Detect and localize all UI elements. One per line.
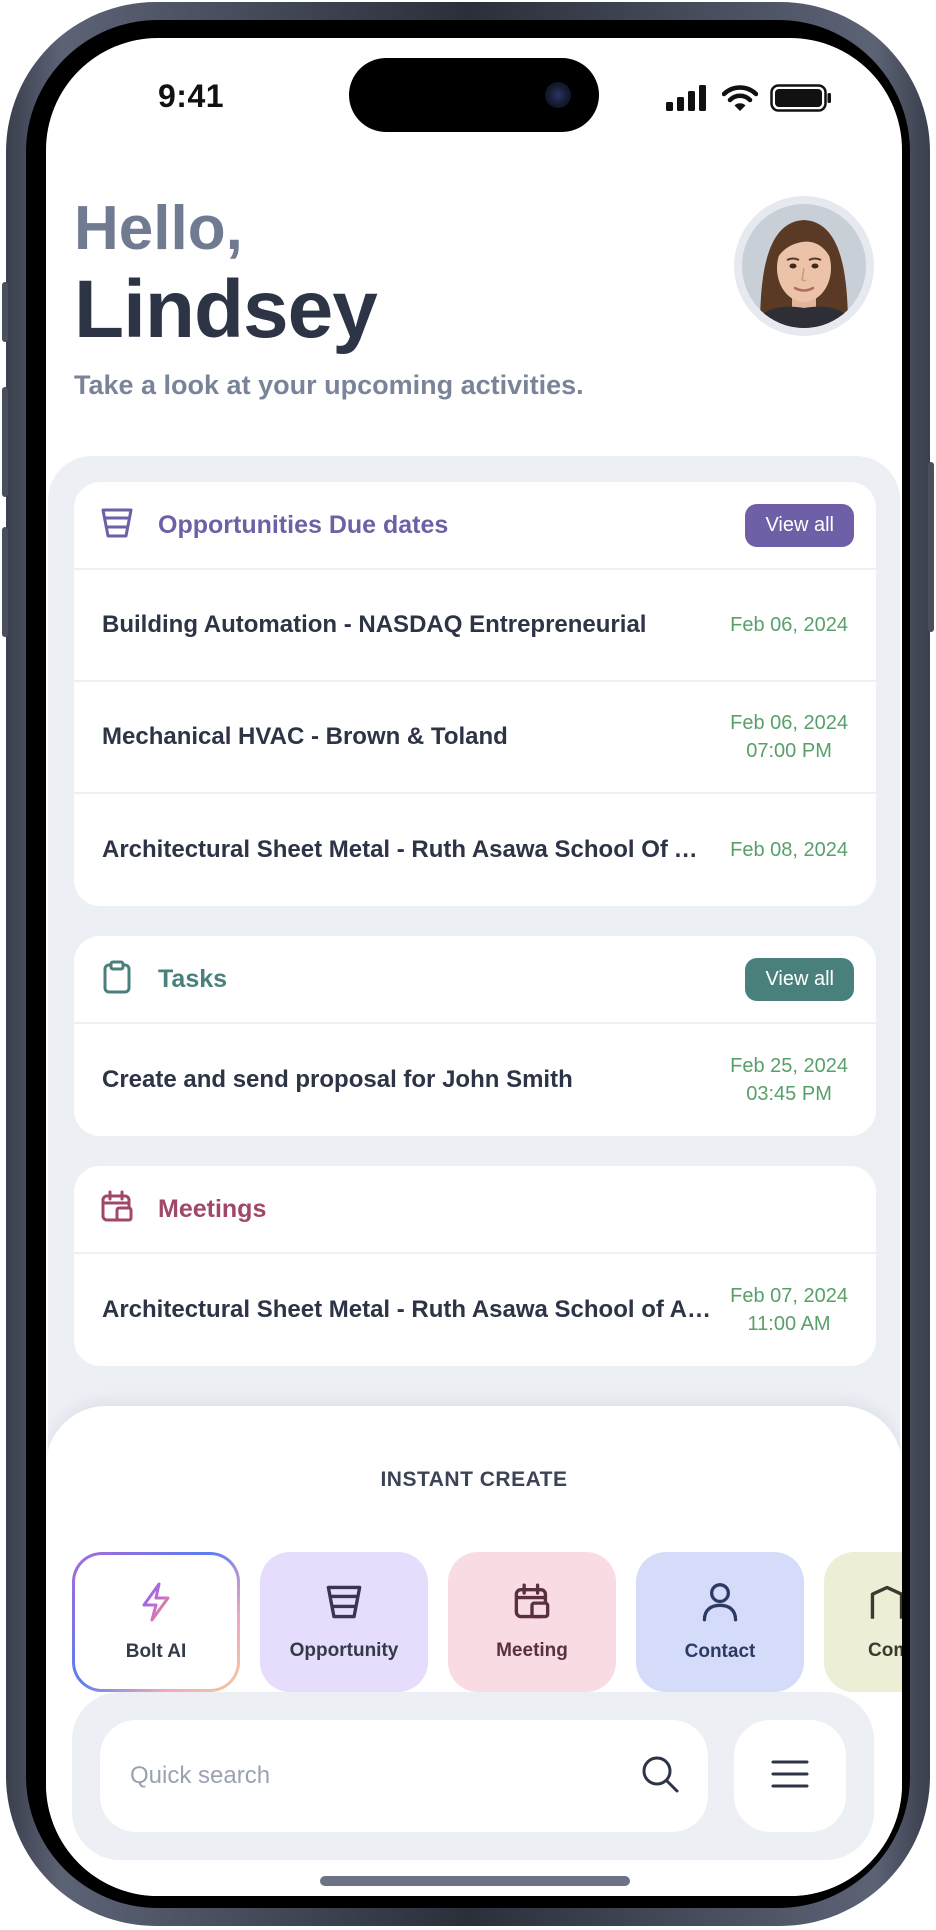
create-meeting-button[interactable]: Meeting bbox=[448, 1552, 616, 1692]
calendar-icon bbox=[513, 1583, 551, 1626]
opportunity-due: Feb 06, 2024 07:00 PM bbox=[730, 709, 848, 765]
status-time: 9:41 bbox=[158, 78, 225, 114]
tasks-title: Tasks bbox=[158, 964, 228, 993]
task-name: Create and send proposal for John Smith bbox=[102, 1066, 573, 1093]
status-icons bbox=[666, 84, 832, 117]
instant-create-sheet: INSTANT CREATE Bolt AI Opportunity Meeti… bbox=[46, 1406, 902, 1896]
signal-icon bbox=[666, 85, 710, 116]
greeting-hello: Hello, bbox=[74, 194, 243, 263]
create-bolt-ai-button[interactable]: Bolt AI bbox=[72, 1552, 240, 1692]
person-icon bbox=[701, 1582, 739, 1627]
meeting-when: Feb 07, 2024 11:00 AM bbox=[730, 1282, 848, 1338]
opportunities-view-all-button[interactable]: View all bbox=[745, 503, 854, 547]
battery-icon bbox=[770, 84, 832, 117]
hamburger-menu-icon bbox=[771, 1759, 809, 1794]
opportunity-due: Feb 08, 2024 bbox=[730, 836, 848, 864]
meeting-name: Architectural Sheet Metal - Ruth Asawa S… bbox=[102, 1296, 718, 1323]
meeting-time: 11:00 AM bbox=[747, 1313, 831, 1335]
avatar[interactable] bbox=[734, 196, 874, 336]
meetings-card: Meetings Architectural Sheet Metal - Rut… bbox=[74, 1166, 876, 1366]
opportunity-row[interactable]: Mechanical HVAC - Brown & Toland Feb 06,… bbox=[74, 682, 876, 794]
search-input[interactable] bbox=[128, 1761, 640, 1791]
opportunities-header: Opportunities Due dates View all bbox=[74, 482, 876, 570]
instant-create-title: INSTANT CREATE bbox=[380, 1468, 568, 1491]
building-icon bbox=[868, 1583, 902, 1626]
volume-down-button bbox=[2, 527, 8, 637]
create-item-label: Opportunity bbox=[289, 1639, 399, 1661]
home-indicator[interactable] bbox=[320, 1876, 630, 1886]
meeting-date: Feb 07, 2024 bbox=[730, 1285, 848, 1307]
create-item-label: Contact bbox=[684, 1640, 756, 1662]
wifi-icon bbox=[721, 85, 759, 116]
task-due: Feb 25, 2024 03:45 PM bbox=[730, 1052, 848, 1108]
search-box[interactable] bbox=[100, 1720, 708, 1832]
create-opportunity-button[interactable]: Opportunity bbox=[260, 1552, 428, 1692]
due-time: 07:00 PM bbox=[746, 740, 832, 762]
create-contact-button[interactable]: Contact bbox=[636, 1552, 804, 1692]
action-button bbox=[2, 282, 8, 342]
camera-icon bbox=[545, 82, 571, 108]
calendar-icon bbox=[100, 1190, 134, 1229]
activities-panel: Opportunities Due dates View all Buildin… bbox=[48, 456, 900, 1492]
phone-frame: 9:41 Hello, Lindsey Take a look at your … bbox=[2, 2, 934, 1926]
clipboard-icon bbox=[100, 960, 134, 999]
power-button bbox=[928, 462, 934, 632]
screen: 9:41 Hello, Lindsey Take a look at your … bbox=[46, 38, 902, 1896]
create-company-button[interactable]: Company bbox=[824, 1552, 902, 1692]
funnel-icon bbox=[100, 506, 134, 545]
bottom-bar bbox=[72, 1692, 874, 1860]
tasks-card: Tasks View all Create and send proposal … bbox=[74, 936, 876, 1136]
tasks-view-all-button[interactable]: View all bbox=[745, 957, 854, 1001]
opportunity-name: Mechanical HVAC - Brown & Toland bbox=[102, 723, 508, 750]
create-item-label: Meeting bbox=[496, 1639, 568, 1661]
meetings-header: Meetings bbox=[74, 1166, 876, 1254]
menu-button[interactable] bbox=[734, 1720, 846, 1832]
opportunity-row[interactable]: Architectural Sheet Metal - Ruth Asawa S… bbox=[74, 794, 876, 906]
create-item-label: Bolt AI bbox=[125, 1640, 187, 1662]
due-time: 03:45 PM bbox=[746, 1083, 832, 1105]
task-row[interactable]: Create and send proposal for John Smith … bbox=[74, 1024, 876, 1136]
due-date: Feb 25, 2024 bbox=[730, 1055, 848, 1077]
tasks-header: Tasks View all bbox=[74, 936, 876, 1024]
due-date: Feb 08, 2024 bbox=[730, 839, 848, 861]
meetings-title: Meetings bbox=[158, 1194, 267, 1223]
volume-up-button bbox=[2, 387, 8, 497]
opportunity-row[interactable]: Building Automation - NASDAQ Entrepreneu… bbox=[74, 570, 876, 682]
dynamic-island bbox=[349, 58, 599, 132]
opportunity-name: Architectural Sheet Metal - Ruth Asawa S… bbox=[102, 836, 722, 863]
create-item-label: Company bbox=[868, 1639, 902, 1661]
meeting-row[interactable]: Architectural Sheet Metal - Ruth Asawa S… bbox=[74, 1254, 876, 1366]
avatar-photo bbox=[742, 204, 866, 328]
user-name: Lindsey bbox=[74, 264, 378, 355]
search-icon[interactable] bbox=[640, 1754, 680, 1799]
due-date: Feb 06, 2024 bbox=[730, 712, 848, 734]
funnel-icon bbox=[325, 1583, 363, 1626]
opportunity-name: Building Automation - NASDAQ Entrepreneu… bbox=[102, 611, 647, 638]
opportunities-card: Opportunities Due dates View all Buildin… bbox=[74, 482, 876, 906]
opportunity-due: Feb 06, 2024 bbox=[730, 611, 848, 639]
greeting-subtitle: Take a look at your upcoming activities. bbox=[74, 370, 584, 400]
due-date: Feb 06, 2024 bbox=[730, 614, 848, 636]
bolt-icon bbox=[139, 1582, 173, 1627]
opportunities-title: Opportunities Due dates bbox=[158, 510, 449, 539]
